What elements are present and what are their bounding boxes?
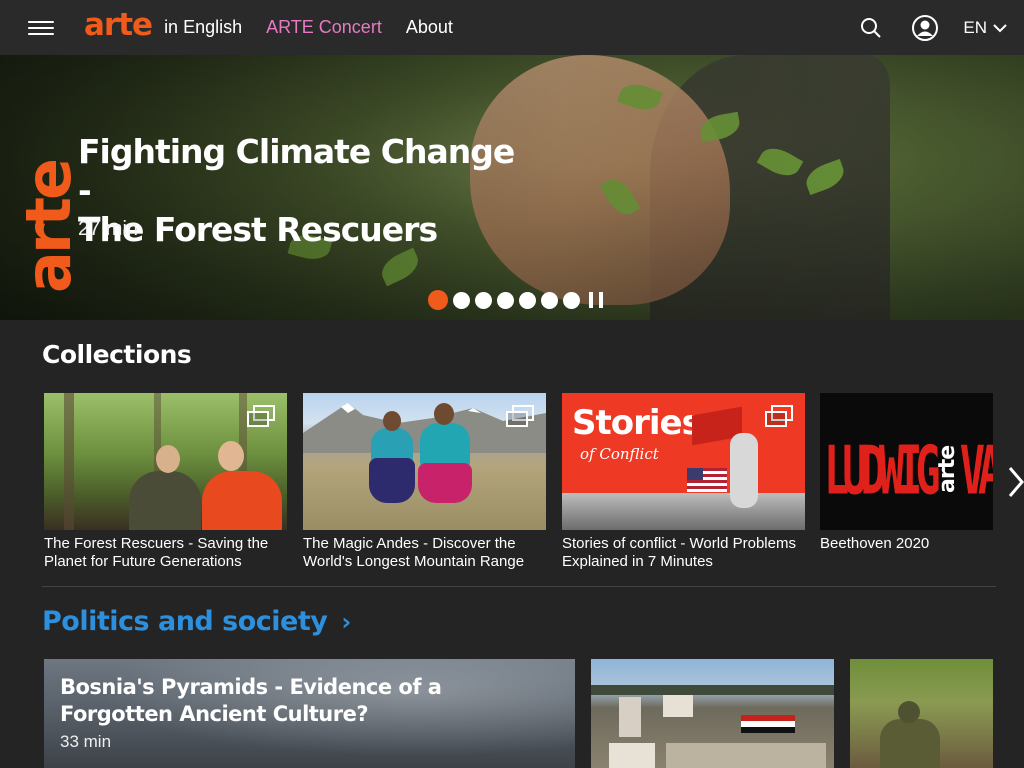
collection-thumbnail: LUDWIG VA arte (820, 393, 993, 530)
nav-link-about[interactable]: About (406, 17, 453, 38)
section-divider (42, 586, 996, 587)
collections-heading: Collections (42, 340, 192, 369)
chevron-down-icon (993, 23, 1007, 32)
carousel-dot[interactable] (563, 291, 580, 309)
nav-link-in-english[interactable]: in English (164, 17, 242, 38)
carousel-dot[interactable] (428, 290, 448, 310)
stack-icon (765, 405, 793, 427)
program-card[interactable] (591, 659, 834, 768)
stack-icon (506, 405, 534, 427)
collection-card[interactable]: Stories of Conflict Stories of conflict … (562, 393, 805, 571)
collection-card[interactable]: The Forest Rescuers - Saving the Planet … (44, 393, 287, 571)
collection-thumbnail: Stories of Conflict (562, 393, 805, 530)
politics-and-society-link[interactable]: Politics and society › (42, 606, 351, 637)
featured-program-card[interactable]: Bosnia's Pyramids - Evidence of a Forgot… (44, 659, 575, 768)
thumb-banner-bar (591, 685, 834, 695)
thumb-poster (609, 743, 655, 768)
thumb-poster (619, 697, 641, 737)
featured-program-title: Bosnia's Pyramids - Evidence of a Forgot… (60, 675, 442, 726)
featured-program-duration: 33 min (60, 732, 112, 751)
arte-logo[interactable]: arte (84, 10, 153, 41)
collection-thumbnail (44, 393, 287, 530)
hero-duration: 27 min (78, 218, 139, 240)
collection-caption: Stories of conflict - World Problems Exp… (562, 535, 796, 570)
thumb-moon-ground (562, 493, 805, 530)
thumb-stories-sub: of Conflict (580, 445, 659, 463)
carousel-dot[interactable] (475, 291, 492, 309)
hero-arte-logo: arte (22, 160, 76, 293)
program-card[interactable] (850, 659, 993, 768)
hero-title-line-2: The Forest Rescuers (78, 210, 438, 249)
collection-caption: The Magic Andes - Discover the World's L… (303, 535, 525, 570)
menu-icon[interactable] (28, 20, 54, 35)
thumb-ludwig-word: LUDWIG (824, 431, 941, 510)
thumb-ludwig-suffix: VA (959, 431, 993, 510)
carousel-dot[interactable] (453, 291, 470, 309)
carousel-dots (428, 290, 603, 310)
thumb-poster (663, 695, 693, 717)
thumb-helmet (898, 701, 920, 723)
top-navigation-bar: arte in English ARTE Concert About EN (0, 0, 1024, 55)
hero-carousel[interactable]: arte Fighting Climate Change - The Fores… (0, 55, 1024, 320)
top-right-controls: EN (857, 0, 1024, 55)
hero-title-line-1: Fighting Climate Change - (78, 132, 515, 210)
language-selector[interactable]: EN (963, 18, 1008, 38)
thumb-arte-logo: arte (935, 446, 960, 493)
thumb-flag (741, 715, 795, 733)
thumb-ludwig-text: LUDWIG VA (824, 431, 993, 509)
politics-heading: Politics and society (42, 606, 328, 637)
carousel-dot[interactable] (519, 291, 536, 309)
hero-arte-logo-text: arte (22, 160, 76, 293)
search-icon[interactable] (857, 14, 885, 42)
carousel-dot[interactable] (541, 291, 558, 309)
chevron-right-icon: › (341, 607, 351, 636)
thumb-astronaut (730, 433, 758, 508)
pause-icon[interactable] (589, 292, 603, 308)
thumb-soldier (880, 719, 940, 768)
collection-caption: Beethoven 2020 (820, 535, 930, 552)
language-label: EN (963, 17, 987, 37)
thumb-arte-logo-text: arte (935, 446, 960, 493)
thumb-crowd (666, 743, 826, 768)
collection-caption: The Forest Rescuers - Saving the Planet … (44, 535, 269, 570)
stack-icon (247, 405, 275, 427)
thumb-stories-title: Stories (572, 403, 702, 443)
nav-link-arte-concert[interactable]: ARTE Concert (266, 17, 382, 38)
collection-thumbnail (303, 393, 546, 530)
thumb-flag-us (687, 468, 727, 492)
hero-title[interactable]: Fighting Climate Change - The Forest Res… (78, 132, 518, 249)
collection-card[interactable]: LUDWIG VA arte Beethoven 2020 (820, 393, 993, 553)
carousel-dot[interactable] (497, 291, 514, 309)
carousel-next-arrow-icon[interactable] (1000, 462, 1024, 502)
collection-card[interactable]: The Magic Andes - Discover the World's L… (303, 393, 546, 571)
user-icon[interactable] (911, 14, 939, 42)
